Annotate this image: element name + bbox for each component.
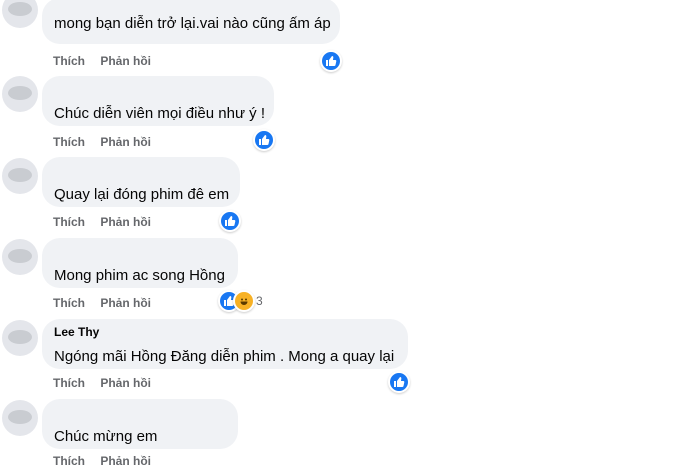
like-button[interactable]: Thích: [53, 215, 85, 229]
comment-text: Chúc mừng em: [54, 428, 158, 445]
comment-author[interactable]: [54, 244, 226, 254]
avatar[interactable]: [2, 158, 38, 194]
comment-actions: Thích Phản hồi: [53, 296, 163, 310]
comment-actions: Thích Phản hồi: [53, 454, 163, 468]
comment-actions: Thích Phản hồi: [53, 135, 163, 149]
comment-bubble: mong bạn diễn trở lại.vai nào cũng ấm áp: [42, 0, 340, 44]
like-button[interactable]: Thích: [53, 135, 85, 149]
comment-bubble: Mong phim ac song Hồng: [42, 238, 238, 288]
like-button[interactable]: Thích: [53, 296, 85, 310]
comment-author[interactable]: [54, 405, 226, 415]
comment-author[interactable]: [54, 82, 262, 92]
comment-actions: Thích Phản hồi: [53, 54, 163, 68]
reaction-count[interactable]: 3: [256, 294, 263, 308]
comment-bubble: Lee Thy Ngóng mãi Hồng Đăng diễn phim . …: [42, 319, 408, 369]
comment-bubble: Quay lại đóng phim đê em: [42, 157, 240, 207]
like-button[interactable]: Thích: [53, 454, 85, 468]
reply-button[interactable]: Phản hồi: [100, 54, 151, 68]
reply-button[interactable]: Phản hồi: [100, 135, 151, 149]
comment-bubble: Chúc mừng em: [42, 399, 238, 449]
comment-author[interactable]: Lee Thy: [54, 325, 396, 339]
like-button[interactable]: Thích: [53, 376, 85, 390]
reply-button[interactable]: Phản hồi: [100, 296, 151, 310]
avatar[interactable]: [2, 400, 38, 436]
comment-text: Quay lại đóng phim đê em: [54, 186, 230, 203]
avatar[interactable]: [2, 239, 38, 275]
comment-actions: Thích Phản hồi: [53, 215, 163, 229]
comment-text: Ngóng mãi Hồng Đăng diễn phim . Mong a q…: [54, 348, 395, 365]
comment-text: Mong phim ac song Hồng: [54, 267, 225, 284]
comment-text: mong bạn diễn trở lại.vai nào cũng ấm áp: [54, 15, 331, 32]
like-reaction-icon[interactable]: [219, 210, 241, 232]
avatar[interactable]: [2, 76, 38, 112]
avatar[interactable]: [2, 0, 38, 28]
reply-button[interactable]: Phản hồi: [100, 215, 151, 229]
reply-button[interactable]: Phản hồi: [100, 376, 151, 390]
like-reaction-icon[interactable]: [388, 371, 410, 393]
comment-author[interactable]: [54, 163, 228, 173]
like-button[interactable]: Thích: [53, 54, 85, 68]
avatar[interactable]: [2, 320, 38, 356]
comment-text: Chúc diễn viên mọi điều như ý !: [54, 105, 265, 122]
like-reaction-icon[interactable]: [253, 129, 275, 151]
haha-reaction-icon[interactable]: [233, 290, 255, 312]
comment-bubble: Chúc diễn viên mọi điều như ý !: [42, 76, 274, 126]
comment-actions: Thích Phản hồi: [53, 376, 163, 390]
like-reaction-icon[interactable]: [320, 50, 342, 72]
reply-button[interactable]: Phản hồi: [100, 454, 151, 468]
